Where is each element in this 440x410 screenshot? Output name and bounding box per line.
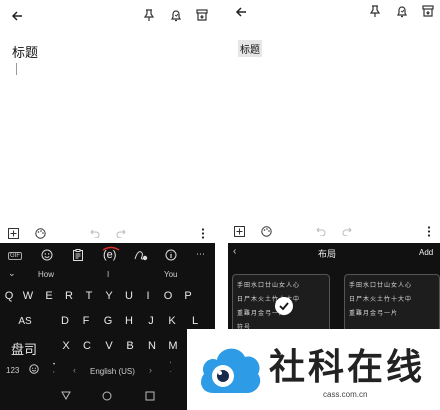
key-as[interactable]: AS (14, 316, 36, 327)
undo-icon[interactable] (316, 227, 326, 236)
redo-icon[interactable] (342, 227, 352, 236)
key-u[interactable]: U (120, 290, 138, 302)
cloud-logo-icon (195, 341, 265, 399)
key-h[interactable]: H (120, 315, 138, 327)
suggestion-1[interactable]: How (38, 270, 54, 279)
layout-card-row: 手田水口廿山女人心 (349, 283, 413, 289)
key-b[interactable]: B (121, 340, 139, 352)
nav-recents-icon[interactable] (145, 391, 155, 401)
key-w[interactable]: W (19, 290, 37, 302)
key-v[interactable]: V (100, 340, 118, 352)
emoji-icon[interactable] (41, 249, 53, 261)
key-d[interactable]: D (56, 315, 74, 327)
palette-icon[interactable] (261, 226, 272, 237)
key-t[interactable]: T (80, 290, 98, 302)
key-o[interactable]: O (159, 290, 177, 302)
collapse-icon[interactable]: ⌄ (8, 268, 16, 279)
site-logo-overlay: 社科在线 cass.com.cn (187, 329, 440, 410)
key-r[interactable]: R (60, 290, 78, 302)
numbers-key[interactable]: 123 (6, 366, 19, 375)
pin-icon[interactable] (143, 9, 155, 22)
voice-input-label: (e) (103, 249, 117, 261)
text-cursor (16, 63, 17, 75)
more-vertical-icon[interactable] (427, 226, 431, 237)
add-layout-button[interactable]: Add (419, 248, 433, 257)
clipboard-icon[interactable] (73, 249, 83, 261)
add-box-icon[interactable] (8, 228, 19, 239)
key-e[interactable]: E (40, 290, 58, 302)
key-n[interactable]: N (143, 340, 161, 352)
info-icon[interactable] (165, 249, 177, 261)
selected-check-icon (275, 297, 293, 315)
palette-icon[interactable] (35, 228, 46, 239)
period-key[interactable]: ‘. (170, 362, 172, 374)
layout-card-row: 手田水口廿山女人心 (237, 283, 301, 289)
logo-name: 社科在线 (269, 346, 426, 388)
key-k[interactable]: K (163, 315, 181, 327)
nav-home-icon[interactable] (102, 391, 112, 401)
key-q[interactable]: Q (0, 290, 18, 302)
key-m[interactable]: M (164, 340, 182, 352)
voice-input-icon[interactable]: (e) (101, 246, 121, 261)
layout-back-icon[interactable]: ‹ (233, 246, 236, 257)
pin-icon[interactable] (369, 5, 381, 18)
suggestion-3[interactable]: You (164, 270, 178, 279)
soft-keyboard: GIF (e) ⋯ ⌄ How I You Q W E R T Y U I O … (0, 243, 215, 410)
note-title[interactable]: 标题 (12, 42, 38, 61)
reminder-bell-icon[interactable] (396, 5, 408, 18)
nav-back-icon[interactable] (61, 391, 71, 400)
key-f[interactable]: F (77, 315, 95, 327)
more-vertical-icon[interactable] (201, 228, 205, 239)
redo-icon[interactable] (116, 229, 126, 238)
archive-icon[interactable] (196, 9, 208, 21)
layout-card-row: 日尸木火土竹十大中 (349, 297, 413, 303)
logo-url: cass.com.cn (323, 390, 368, 399)
gif-button[interactable]: GIF (8, 252, 22, 260)
layout-option-cangjie[interactable]: 手田水口廿山女人心 日尸木火土竹十大中 重難月金弓一片 符号 (232, 274, 330, 334)
back-arrow-icon[interactable] (11, 10, 23, 22)
comma-key[interactable]: •, (53, 362, 55, 374)
note-title-selected[interactable]: 标题 (238, 40, 262, 57)
handwriting-icon[interactable] (134, 249, 148, 261)
key-chinese-chars[interactable]: 盘司 (8, 339, 40, 358)
key-j[interactable]: J (142, 315, 160, 327)
back-arrow-icon[interactable] (235, 6, 247, 18)
key-p[interactable]: P (179, 290, 197, 302)
key-i[interactable]: I (139, 290, 157, 302)
layout-option-alt[interactable]: 手田水口廿山女人心 日尸木火土竹十大中 重難月金弓一片 (344, 274, 440, 334)
key-y[interactable]: Y (100, 290, 118, 302)
layout-header: ‹ 布局 Add (228, 243, 440, 263)
more-options-icon[interactable]: ⋯ (196, 249, 205, 260)
key-c[interactable]: C (78, 340, 96, 352)
space-left-arrow-icon: ‹ (73, 365, 76, 375)
add-box-icon[interactable] (234, 226, 245, 237)
key-g[interactable]: G (99, 315, 117, 327)
archive-icon[interactable] (422, 5, 434, 17)
key-l[interactable]: L (186, 315, 204, 327)
layout-title: 布局 (318, 249, 337, 259)
space-right-arrow-icon: › (149, 365, 152, 375)
reminder-bell-icon[interactable] (170, 9, 182, 22)
key-x[interactable]: X (57, 340, 75, 352)
suggestion-2[interactable]: I (107, 270, 109, 279)
space-bar-language[interactable]: English (US) (90, 367, 135, 376)
emoji-key-icon[interactable] (29, 364, 39, 374)
layout-card-row: 重難月金弓一片 (349, 311, 399, 317)
undo-icon[interactable] (90, 229, 100, 238)
